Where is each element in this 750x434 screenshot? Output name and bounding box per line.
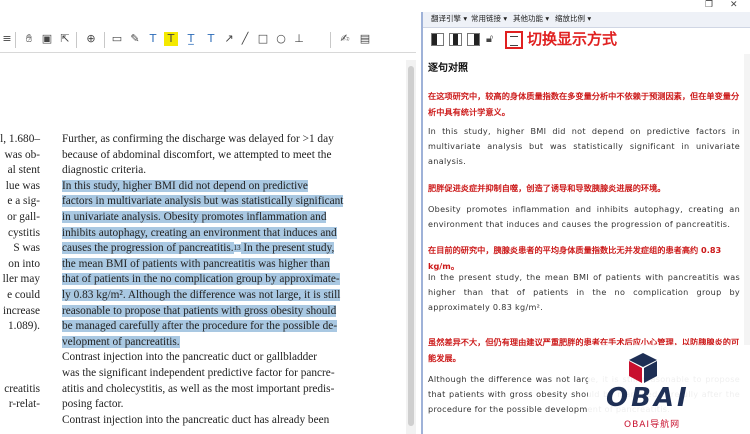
right-column-text: Further, as confirming the discharge was…: [62, 132, 344, 428]
text-line: Further, as confirming the discharge was…: [62, 133, 334, 145]
text-line: the mean BMI of patients with pancreatit…: [62, 257, 330, 270]
strikeout-icon[interactable]: T: [204, 32, 218, 46]
left-fragment-line: creatitis: [4, 382, 40, 395]
toolbar-separator: [76, 32, 77, 48]
text-line: causes the progression of pancreatitis.1…: [62, 242, 335, 255]
text-line: In this study, higher BMI did not depend…: [62, 179, 308, 192]
select-icon[interactable]: ⇱: [58, 32, 72, 46]
logo-text: OBAI: [606, 383, 690, 413]
panel-menubar: 翻译引擎 ▾ 常用链接 ▾ 其他功能 ▾ 缩放比例 ▾: [423, 12, 750, 28]
text-line: was the significant independent predicti…: [62, 366, 335, 379]
pdf-page: l, 1.680– was ob-al stent lue was e a sig-o…: [0, 60, 406, 434]
text-line: in univariate analysis. Obesity promotes…: [62, 210, 327, 223]
watermark-logo: OBAI OBAI导航网: [588, 345, 750, 434]
underline-icon[interactable]: T̲: [184, 32, 198, 46]
source-en: In the present study, the mean BMI of pa…: [428, 272, 740, 312]
highlight-icon[interactable]: T: [164, 32, 178, 46]
panel-menu-item[interactable]: 翻译引擎 ▾: [431, 13, 467, 25]
menu-icon[interactable]: ≡: [0, 32, 14, 46]
left-fragment-line: [0, 366, 40, 382]
switch-display-mode-button[interactable]: [505, 31, 523, 49]
left-fragment-line: on into: [8, 257, 40, 270]
switch-display-mode-label: 切换显示方式: [527, 30, 618, 48]
panel-title: 逐句对照: [428, 63, 468, 74]
panel-menu-item[interactable]: 其他功能 ▾: [513, 13, 549, 25]
left-fragment-line: increase: [2, 304, 40, 317]
text-line: velopment of pancreatitis.: [62, 335, 180, 348]
layout-split-button[interactable]: [449, 33, 462, 46]
line-icon[interactable]: ╱: [238, 32, 252, 46]
text-line: diagnostic criteria.: [62, 164, 147, 177]
zoom-icon[interactable]: ⊕: [84, 32, 98, 46]
text-line: inhibits autophagy, creating an environm…: [62, 226, 337, 239]
note-icon[interactable]: ✎: [128, 32, 142, 46]
title-bar: ❐ ✕: [0, 0, 750, 12]
text-line: because of abdominal discomfort, we atte…: [62, 148, 332, 161]
text-line: Contrast injection into the pancreatic d…: [62, 413, 330, 426]
panel-toolbar: 🔓︎ 切换显示方式: [423, 28, 750, 54]
pdf-toolbar: ≡ ✋︎ ▣ ⇱ ⊕ ▭ ✎ T T T̲ T ↗ ╱ □ ○ ⊥ ✍︎ ▤: [0, 28, 416, 53]
left-fragment-line: ller may: [2, 273, 40, 286]
text-line: Contrast injection into the pancreatic d…: [62, 351, 318, 364]
text-line: factors in multivariate analysis but was…: [62, 195, 344, 208]
translation-zh: 在这项研究中，较高的身体质量指数在多变量分析中不依赖于预测因素，但在单变量分析中…: [428, 91, 740, 117]
text-line: reasonable to propose that patients with…: [62, 304, 337, 317]
left-fragment-line: r-relat-: [8, 398, 40, 411]
restore-window-icon[interactable]: ❐: [705, 0, 713, 10]
text-line: ly 0.83 kg/m². Although the difference w…: [62, 288, 341, 301]
panel-menu-item[interactable]: 常用链接 ▾: [471, 13, 507, 25]
toolbar-separator: [104, 32, 105, 48]
left-fragment-line: e could: [7, 288, 40, 301]
toolbar-separator: [15, 32, 16, 48]
hand-icon[interactable]: ✋︎: [22, 32, 36, 46]
stamp-icon[interactable]: ⊥: [292, 32, 306, 46]
toolbar-separator: [330, 32, 331, 48]
left-column-fragments: l, 1.680– was ob-al stent lue was e a sig-o…: [0, 132, 40, 413]
source-en: Obesity promotes inflammation and inhibi…: [428, 204, 740, 229]
left-fragment-line: al stent: [7, 164, 40, 177]
logo-subtitle: OBAI导航网: [624, 420, 681, 430]
left-fragment-line: [0, 335, 40, 351]
panel-menu-item[interactable]: 缩放比例 ▾: [555, 13, 591, 25]
arrow-icon[interactable]: ↗: [222, 32, 236, 46]
lock-icon[interactable]: 🔓︎: [486, 32, 493, 46]
layout-left-button[interactable]: [431, 33, 444, 46]
left-fragment-line: S was: [13, 242, 40, 255]
source-en: In this study, higher BMI did not depend…: [428, 126, 740, 166]
left-fragment-line: [0, 350, 40, 366]
close-window-icon[interactable]: ✕: [730, 0, 738, 10]
pdf-scrollbar-thumb[interactable]: [408, 66, 414, 426]
more-icon[interactable]: ▤: [358, 32, 372, 46]
cube-logo-icon: [629, 353, 657, 383]
rectangle-icon[interactable]: □: [256, 32, 270, 46]
left-fragment-line: lue was: [5, 179, 40, 192]
left-fragment-line: l, 1.680–: [0, 133, 40, 145]
text-line: that of patients in the no complication …: [62, 273, 340, 286]
text-line: be managed carefully after the procedure…: [62, 320, 338, 333]
textbox-icon[interactable]: T: [146, 32, 160, 46]
left-fragment-line: 1.089).: [7, 320, 40, 333]
translation-zh: 肥胖促进炎症并抑制自噬，创造了诱导和导致胰腺炎进展的环境。: [428, 183, 666, 193]
left-fragment-line: cystitis: [7, 226, 40, 239]
left-fragment-line: e a sig-: [7, 195, 40, 208]
ellipse-icon[interactable]: ○: [274, 32, 288, 46]
snapshot-icon[interactable]: ▣: [40, 32, 54, 46]
comment-icon[interactable]: ▭: [110, 32, 124, 46]
left-fragment-line: or gall-: [7, 210, 40, 223]
edit-icon[interactable]: ✍︎: [338, 32, 352, 46]
layout-right-button[interactable]: [467, 33, 480, 46]
pdf-scrollbar[interactable]: [406, 60, 416, 434]
left-fragment-line: was ob-: [4, 148, 40, 161]
text-line: atitis and cholecystitis, as well as the…: [62, 382, 335, 395]
text-line: posing factor.: [62, 398, 124, 411]
